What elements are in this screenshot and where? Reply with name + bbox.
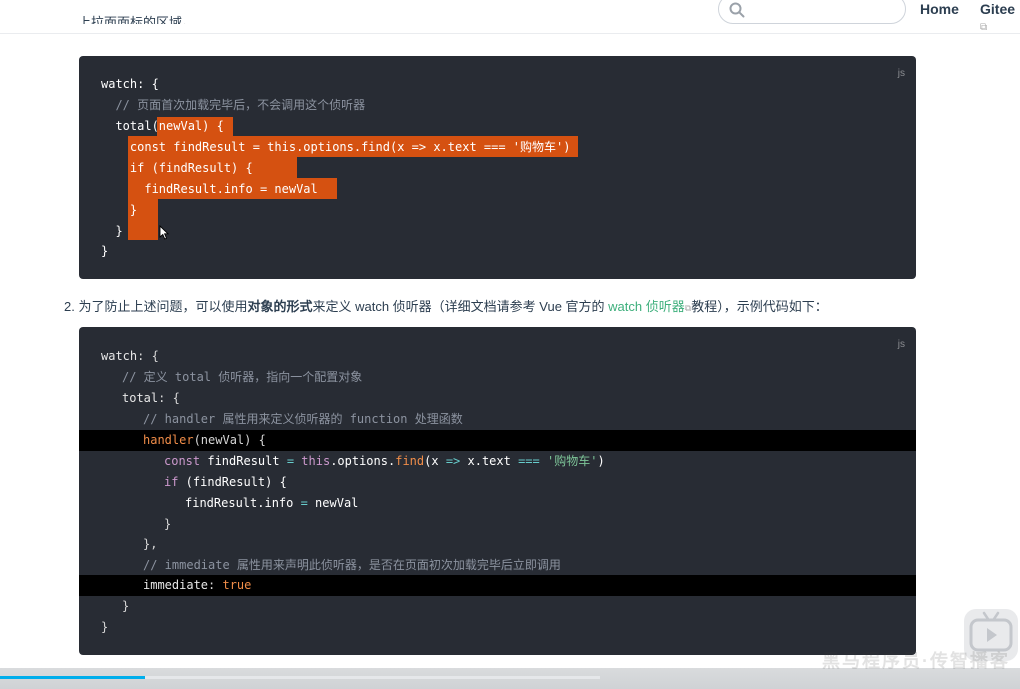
paragraph-text: 教程），示例代码如下： [691, 299, 828, 314]
code-line: } [101, 244, 109, 258]
code-line: } [101, 620, 109, 634]
code-line: watch: { [101, 349, 159, 363]
nav-gitee-link[interactable]: Gitee ⧉ [980, 1, 1020, 33]
list-number: 2. [64, 299, 75, 314]
code-line: total: { [122, 391, 180, 405]
code-line: if (findResult) { [101, 161, 253, 175]
code-line: findResult.info = newVal [185, 496, 359, 510]
cut-off-text: 上拉面面标的区域。 [78, 15, 196, 24]
paragraph-text: 为了防止上述问题，可以使用 [78, 299, 248, 314]
code-line: handler(newVal) { [143, 433, 266, 447]
code-line: } [101, 224, 123, 238]
list-item-paragraph: 2. 为了防止上述问题，可以使用对象的形式来定义 watch 侦听器（详细文档请… [64, 296, 828, 315]
external-link-icon: ⧉ [980, 22, 988, 33]
watch-docs-link[interactable]: watch 侦听器 [608, 299, 685, 314]
nav-gitee-label: Gitee [980, 1, 1016, 17]
code-block-2[interactable]: js watch: { // 定义 total 侦听器，指向一个配置对象 tot… [79, 327, 916, 655]
code-line: total(newVal) { [101, 119, 224, 133]
bold-text: 对象的形式 [247, 299, 313, 314]
code-line: }, [143, 537, 158, 551]
code-line: immediate: true [143, 578, 252, 592]
code-line: const findResult = this.options.find(x =… [101, 140, 571, 154]
top-navbar: 上拉面面标的区域。 Home Gitee ⧉ [0, 0, 1020, 34]
code-line: // 定义 total 侦听器，指向一个配置对象 [122, 370, 363, 384]
code-line: const findResult = this.options.find(x =… [164, 454, 605, 468]
search-icon [729, 2, 745, 18]
code-line: // handler 属性用来定义侦听器的 function 处理函数 [143, 412, 463, 426]
code-line: } [101, 203, 138, 217]
paragraph-text: 来定义 watch 侦听器（详细文档请参考 Vue 官方的 [312, 299, 609, 314]
code-line: findResult.info = newVal [101, 182, 318, 196]
code-line: if (findResult) { [164, 475, 287, 489]
code-line: // 页面首次加载完毕后，不会调用这个侦听器 [101, 98, 366, 112]
code-block-1[interactable]: js watch: { // 页面首次加载完毕后，不会调用这个侦听器 total… [79, 56, 916, 279]
code-line: // immediate 属性用来声明此侦听器，是否在页面初次加载完毕后立即调用 [143, 558, 561, 572]
search-box[interactable] [718, 0, 906, 24]
progress-fill [0, 676, 145, 679]
code-line: } [164, 517, 172, 531]
mouse-cursor-icon [159, 225, 169, 240]
code-line: } [122, 599, 130, 613]
nav-home-link[interactable]: Home [920, 1, 959, 17]
code-line: watch: { [101, 77, 159, 91]
watermark: 黑马程序员·传智播客 [822, 651, 1010, 671]
